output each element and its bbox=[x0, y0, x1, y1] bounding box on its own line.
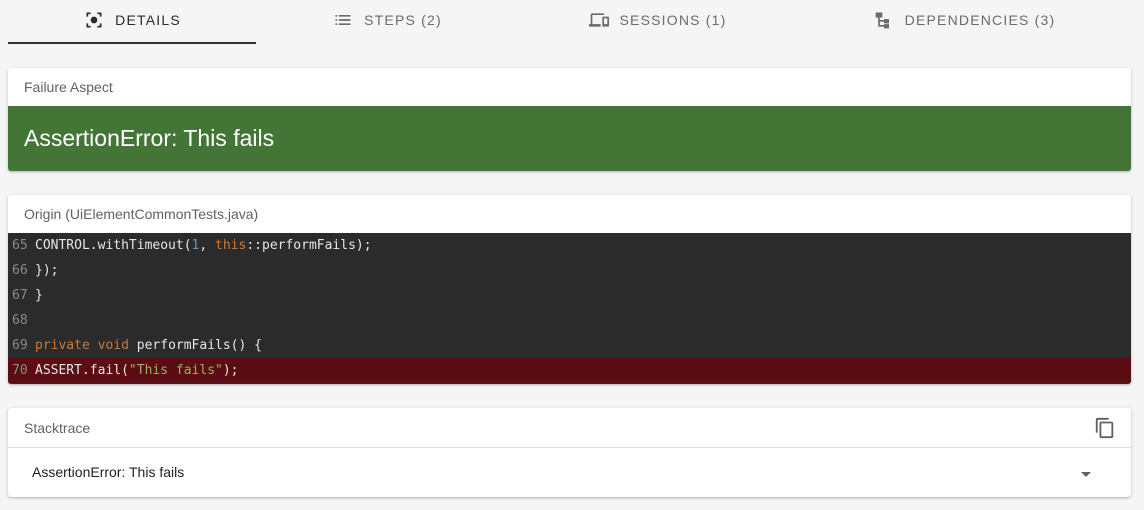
stacktrace-card: Stacktrace AssertionError: This fails bbox=[8, 408, 1131, 497]
tab-label: Steps (2) bbox=[364, 12, 442, 28]
code-line: 66}); bbox=[8, 258, 1131, 283]
stacktrace-expander[interactable]: AssertionError: This fails bbox=[8, 448, 1131, 496]
code-token: , bbox=[199, 238, 216, 253]
code-token: this bbox=[215, 238, 247, 253]
chevron-down-icon bbox=[1081, 471, 1091, 477]
tab-sessions[interactable]: Sessions (1) bbox=[518, 0, 796, 44]
code-token: private bbox=[35, 338, 90, 353]
code-token: ::performFails); bbox=[246, 238, 372, 253]
tab-dependencies[interactable]: Dependencies (3) bbox=[796, 0, 1132, 44]
code-token: void bbox=[97, 338, 129, 353]
code-line: 65 CONTROL.withTimeout(1, this::performFa… bbox=[8, 233, 1131, 258]
origin-header: Origin (UiElementCommonTests.java) bbox=[24, 206, 259, 222]
code-token: performFails() { bbox=[128, 338, 262, 353]
tab-label: Details bbox=[115, 12, 181, 28]
code-token: ASSERT.fail( bbox=[35, 363, 129, 378]
line-number: 70 bbox=[12, 363, 28, 378]
code-token: ); bbox=[222, 363, 239, 378]
hierarchy-icon bbox=[873, 11, 895, 29]
code-text: private void performFails() { bbox=[35, 338, 262, 353]
code-line: 68 bbox=[8, 308, 1131, 333]
code-line: 69 private void performFails() { bbox=[8, 333, 1131, 358]
code-text: } bbox=[35, 288, 43, 303]
code-token: "This fails" bbox=[128, 363, 223, 378]
code-token: CONTROL.withTimeout( bbox=[35, 238, 192, 253]
tab-label: Sessions (1) bbox=[619, 12, 727, 28]
code-line-error: 70 ASSERT.fail("This fails"); bbox=[8, 358, 1131, 383]
failure-aspect-card: Failure Aspect AssertionError: This fail… bbox=[8, 68, 1131, 171]
line-number: 67 bbox=[12, 288, 28, 303]
line-number: 68 bbox=[12, 313, 28, 328]
code-line: 67} bbox=[8, 283, 1131, 308]
copy-icon[interactable] bbox=[1093, 416, 1117, 440]
stacktrace-title: Stacktrace bbox=[24, 419, 91, 436]
code-token: }); bbox=[35, 263, 59, 278]
failure-aspect-header: Failure Aspect bbox=[24, 79, 113, 95]
tab-label: Dependencies (3) bbox=[904, 12, 1056, 28]
line-number: 66 bbox=[12, 263, 28, 278]
line-number: 69 bbox=[12, 338, 28, 353]
devices-icon bbox=[588, 11, 610, 29]
failure-message: AssertionError: This fails bbox=[8, 106, 1131, 171]
tab-steps[interactable]: Steps (2) bbox=[256, 0, 518, 44]
line-number: 65 bbox=[12, 238, 28, 253]
tab-bar: Details Steps (2) Sessions (1) Dependenc… bbox=[8, 0, 1132, 44]
details-icon bbox=[83, 11, 105, 29]
code-token: } bbox=[35, 288, 43, 303]
list-icon bbox=[332, 11, 354, 29]
stacktrace-header: Stacktrace bbox=[8, 408, 1131, 448]
tab-details[interactable]: Details bbox=[8, 0, 256, 44]
code-text: ASSERT.fail("This fails"); bbox=[35, 363, 239, 378]
stacktrace-summary: AssertionError: This fails bbox=[32, 464, 185, 480]
code-text: }); bbox=[35, 263, 58, 278]
code-block: 65 CONTROL.withTimeout(1, this::performFa… bbox=[8, 233, 1131, 384]
code-text: CONTROL.withTimeout(1, this::performFail… bbox=[35, 238, 372, 253]
origin-card: Origin (UiElementCommonTests.java) 65 CON… bbox=[8, 195, 1131, 384]
